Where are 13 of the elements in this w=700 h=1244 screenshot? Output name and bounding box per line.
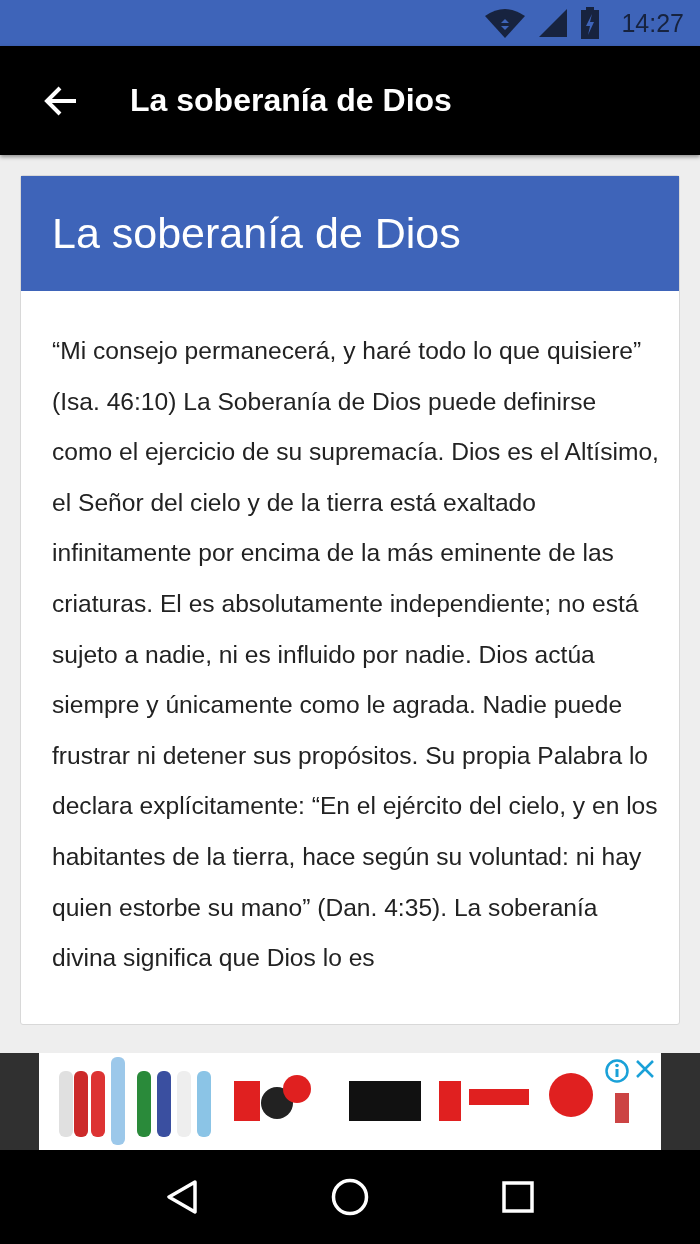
back-triangle-icon[interactable] [166,1180,199,1214]
battery-icon [581,7,600,39]
article-text: “Mi consejo permanecerá, y haré todo lo que quisiere” (Isa. 46:10) La Soberanía de Dios puede definirse como el ejercicio de su supremacía. Dios es el Altísimo, el Señor del cielo y de la tierra está exaltado infinitamente por encima de la más eminente de las criaturas. El es absolutamente independiente; no está sujeto a nadie, ni es influido por nadie. Dios actúa siempre y únicamente como le agrada. Nadie puede frustrar ni detener sus propósitos. Su propia Palabra lo declara explícitamente: “En el ejército del cielo, y en los habitantes de la tierra, hace según su voluntad: ni hay quien estorbe su mano” (Dan. 4:35). La soberanía divina significa que Dios lo es [51,336,660,974]
close-icon[interactable] [635,1059,655,1079]
back-arrow-icon[interactable] [44,85,78,116]
status-time: 14:27 [621,8,684,38]
info-icon[interactable] [605,1059,629,1083]
wifi-icon [485,8,526,38]
home-circle-icon[interactable] [331,1178,369,1216]
recents-square-icon[interactable] [501,1181,534,1213]
card-title: La soberanía de Dios [52,209,461,258]
signal-icon [539,9,568,37]
app-bar-title: La soberanía de Dios [130,82,452,119]
